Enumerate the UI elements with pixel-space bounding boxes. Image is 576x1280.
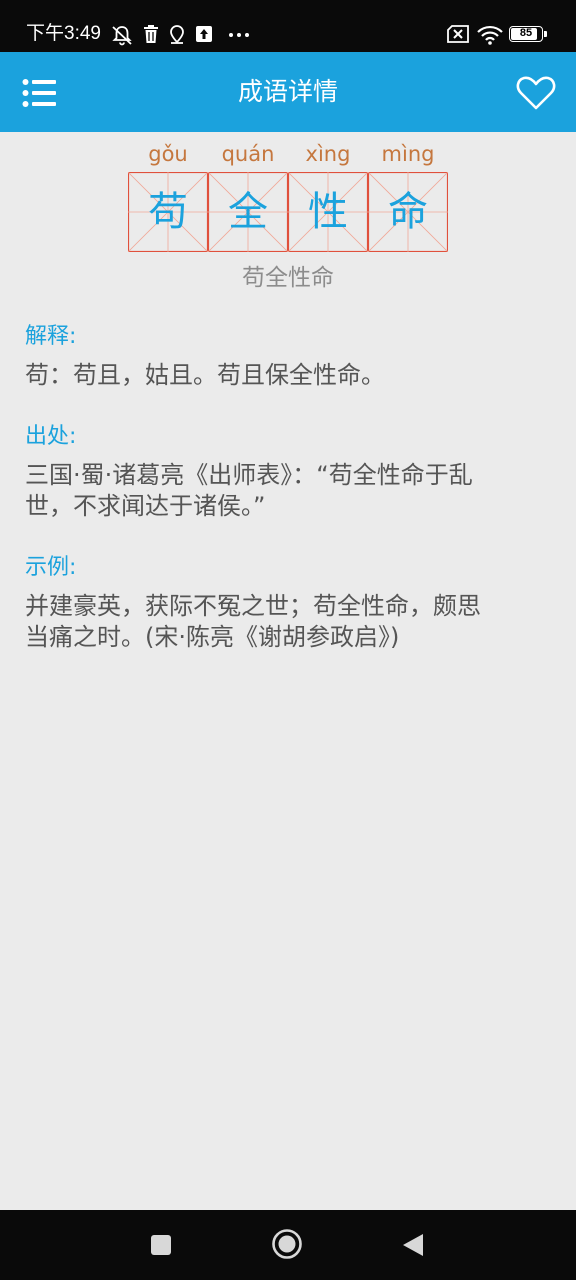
status-bar: 下午3:49 85 <box>0 0 576 52</box>
character-cell: 苟 <box>128 172 208 252</box>
more-dots-icon <box>229 33 249 37</box>
pinyin-4: mìng <box>381 142 435 166</box>
idiom-char-4: 命 <box>388 189 428 235</box>
explanation-text: 苟：苟且，姑且。苟且保全性命。 <box>25 361 385 389</box>
status-time: 下午3:49 <box>26 23 101 44</box>
wifi-icon <box>477 25 503 45</box>
muted-bell-icon <box>112 26 132 46</box>
example-text-line2: 当痛之时。(宋·陈亮《谢胡参政启》) <box>25 623 400 651</box>
location-icon <box>170 25 184 44</box>
source-text-line1: 三国·蜀·诸葛亮《出师表》：“苟全性命于乱 <box>25 461 473 489</box>
app-bar: 成语详情 <box>0 52 576 132</box>
example-label: 示例: <box>25 555 77 580</box>
idiom-plain-text: 苟全性命 <box>242 265 334 291</box>
character-cell: 性 <box>288 172 368 252</box>
pinyin-2: quán <box>221 142 275 166</box>
character-cell: 命 <box>368 172 448 252</box>
recent-apps-icon[interactable] <box>150 1234 172 1256</box>
example-text-line1: 并建豪英，获际不冤之世；苟全性命，颇思 <box>25 592 481 620</box>
sim-error-icon <box>447 25 469 43</box>
system-nav-bar <box>0 1210 576 1280</box>
heart-outline-icon[interactable] <box>516 74 556 112</box>
pinyin-row: gǒu quán xìng mìng <box>128 140 448 168</box>
trash-icon <box>144 25 158 43</box>
character-cell: 全 <box>208 172 288 252</box>
pinyin-3: xìng <box>305 142 351 166</box>
idiom-char-2: 全 <box>228 189 268 235</box>
battery-level: 85 <box>519 27 533 39</box>
pinyin-1: gǒu <box>148 142 188 166</box>
explanation-label: 解释: <box>25 324 77 349</box>
battery-icon: 85 <box>509 26 547 42</box>
home-icon[interactable] <box>271 1228 303 1260</box>
upload-icon <box>196 26 212 42</box>
character-grid: 苟 全 性 命 <box>128 172 448 252</box>
source-label: 出处: <box>25 424 77 449</box>
page-title: 成语详情 <box>237 77 338 106</box>
idiom-char-3: 性 <box>308 189 348 235</box>
back-icon[interactable] <box>401 1232 425 1258</box>
idiom-char-1: 苟 <box>148 189 188 235</box>
source-text-line2: 世，不求闻达于诸侯。” <box>25 492 266 520</box>
